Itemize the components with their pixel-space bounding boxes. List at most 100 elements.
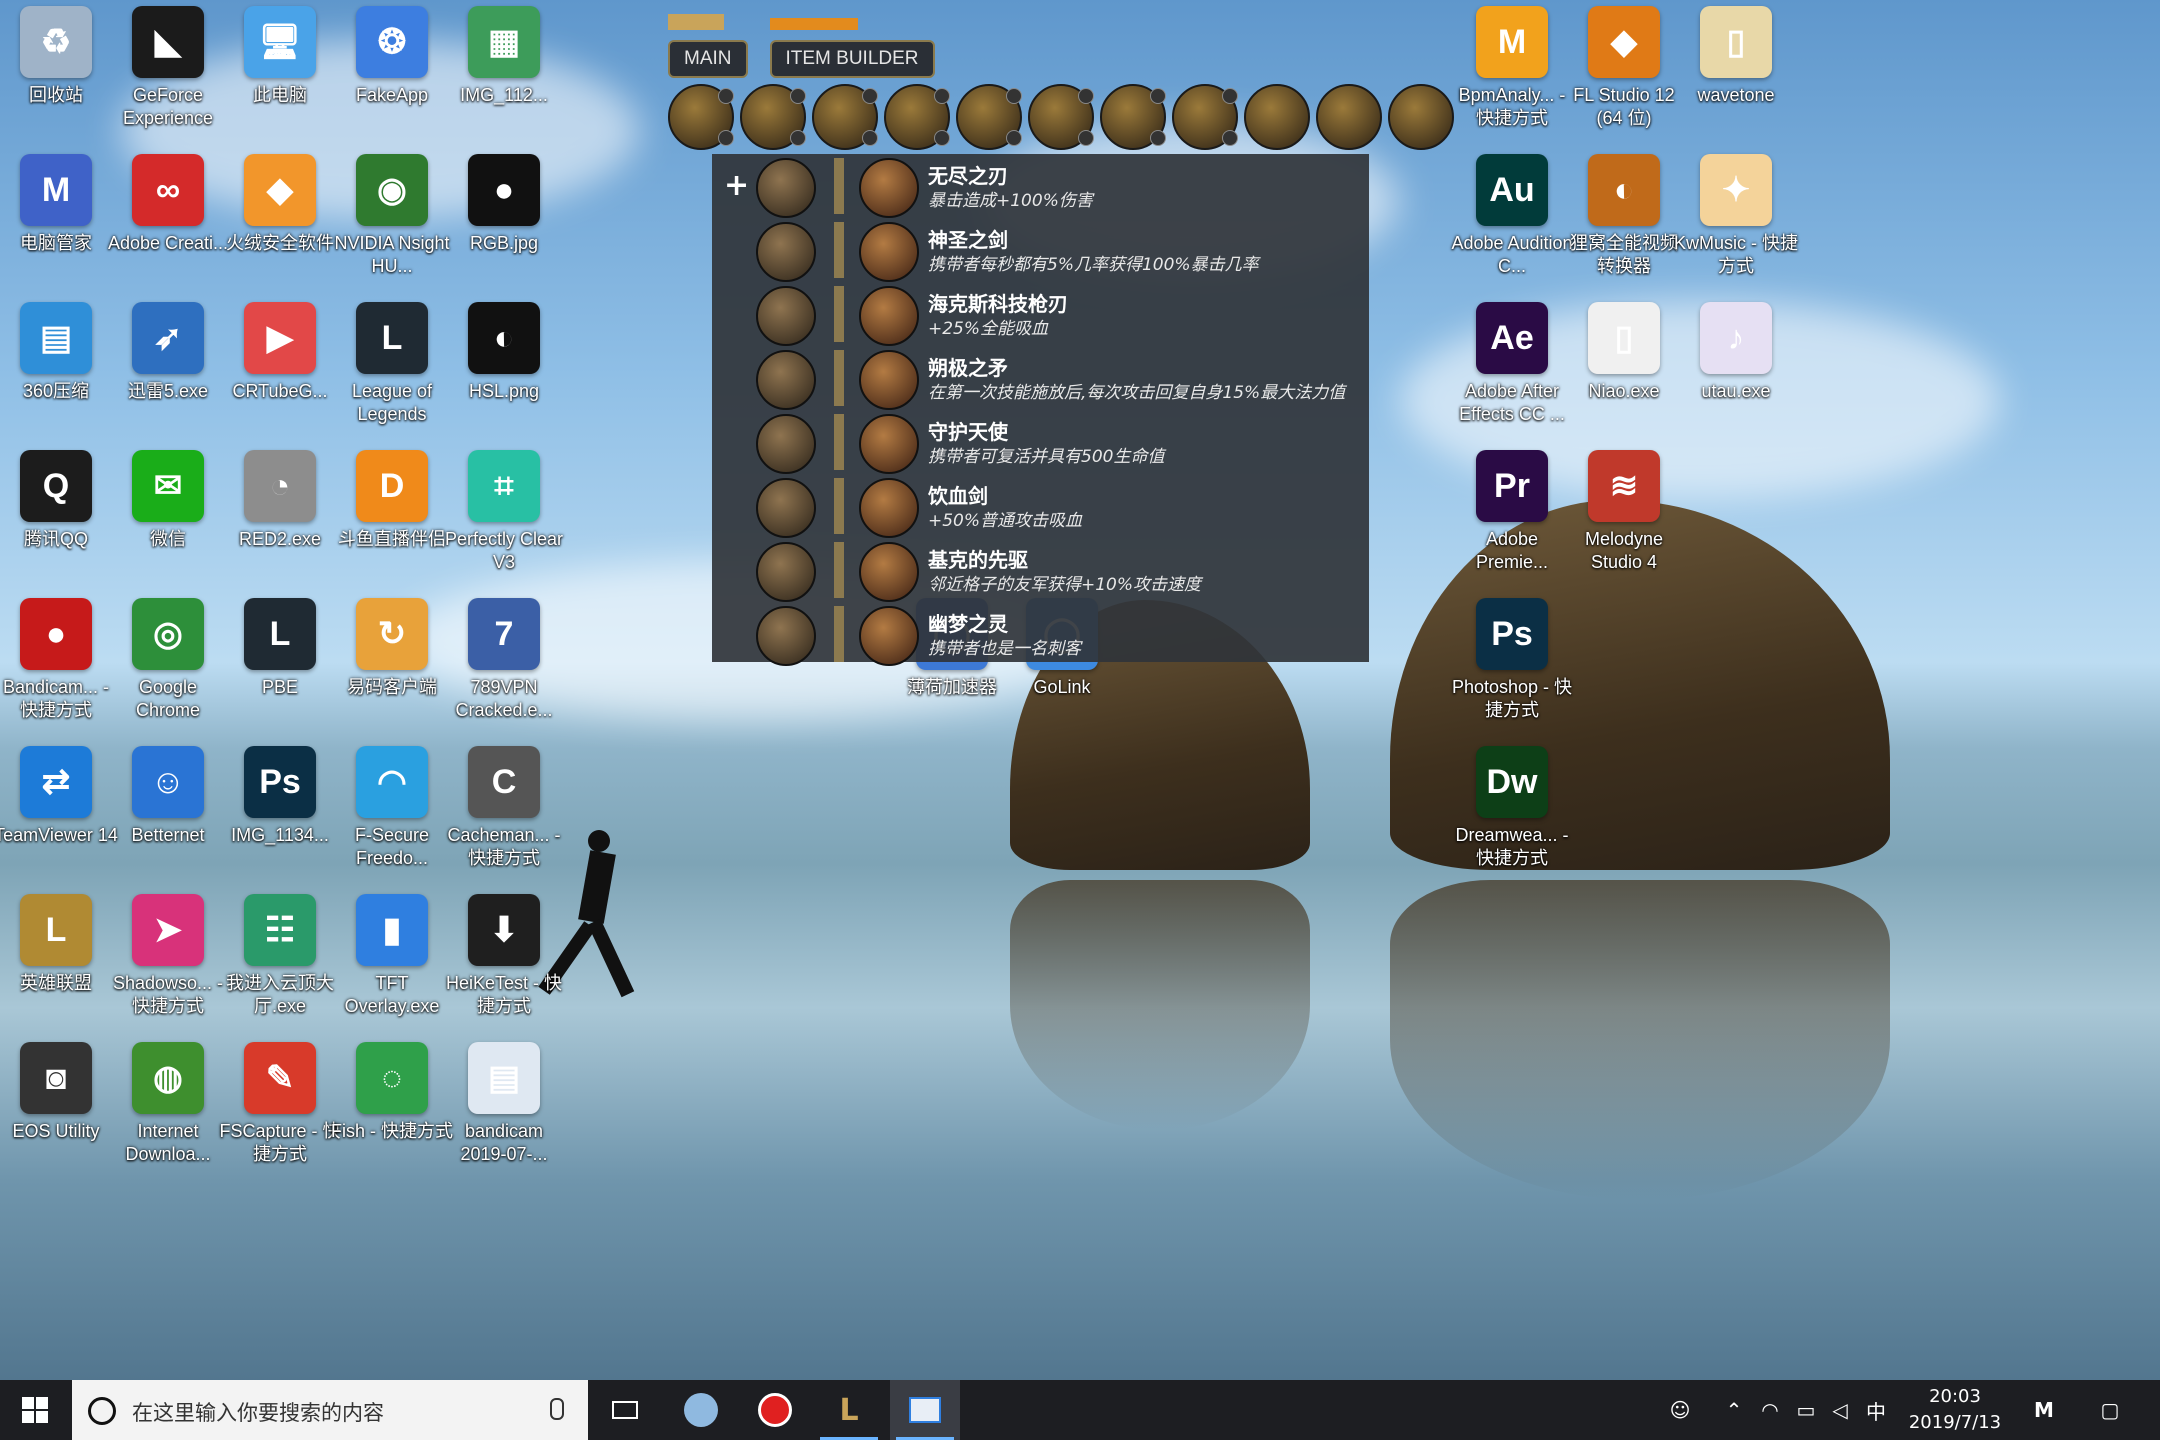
desktop-icon[interactable]: ∞ Adobe Creati...: [108, 154, 228, 304]
component-icon[interactable]: [1028, 84, 1094, 150]
item-description: +25%全能吸血: [928, 319, 1049, 339]
desktop-icon[interactable]: ▯ Niao.exe: [1568, 302, 1680, 452]
desktop-icon[interactable]: M 电脑管家: [0, 154, 112, 304]
taskbar-app-onedrive[interactable]: [666, 1380, 736, 1440]
taskbar-app-bandicam[interactable]: [740, 1380, 810, 1440]
item-recipe-row[interactable]: 饮血剑 +50%普通攻击吸血: [712, 474, 1369, 538]
desktop-icon[interactable]: ◆ 火绒安全软件: [224, 154, 336, 304]
start-button[interactable]: [0, 1380, 70, 1440]
taskbar-app-tft-overlay[interactable]: [890, 1380, 960, 1440]
icon-label: IMG_112...: [460, 85, 548, 105]
desktop-icon[interactable]: ▮ TFT Overlay.exe: [336, 894, 448, 1044]
people-icon[interactable]: ☺: [1660, 1380, 1700, 1440]
component-icon[interactable]: [1100, 84, 1166, 150]
component-icon[interactable]: [956, 84, 1022, 150]
task-view-button[interactable]: [590, 1380, 660, 1440]
tab-item-builder[interactable]: ITEM BUILDER: [769, 40, 935, 78]
desktop-icon[interactable]: Au Adobe Audition C...: [1451, 154, 1573, 304]
microphone-icon[interactable]: [550, 1398, 564, 1420]
desktop-icon[interactable]: 🖥 此电脑: [224, 6, 336, 156]
desktop-icon[interactable]: L 英雄联盟: [0, 894, 112, 1044]
desktop-icon[interactable]: Pr Adobe Premie...: [1456, 450, 1568, 600]
desktop-icon[interactable]: ● Bandicam... - 快捷方式: [0, 598, 112, 748]
component-icon[interactable]: [884, 84, 950, 150]
desktop-icon[interactable]: ⇄ TeamViewer 14: [0, 746, 118, 896]
component-icon[interactable]: [740, 84, 806, 150]
tencent-pc-manager-icon[interactable]: M: [2016, 1380, 2072, 1440]
desktop-icon[interactable]: ◆ FL Studio 12 (64 位): [1568, 6, 1680, 156]
desktop-icon[interactable]: ▦ IMG_112...: [448, 6, 560, 156]
desktop-icon[interactable]: ◉ NVIDIA Nsight HU...: [334, 154, 450, 304]
desktop-icon[interactable]: ✎ FSCapture - 快捷方式: [219, 1042, 341, 1192]
taskbar-search-box[interactable]: 在这里输入你要搜索的内容: [72, 1380, 588, 1440]
wifi-icon[interactable]: ◠: [1750, 1380, 1790, 1440]
taskbar-clock[interactable]: 20:03 2019/7/13: [1900, 1384, 2010, 1436]
chevron-up-icon[interactable]: ⌃: [1714, 1380, 1754, 1440]
desktop-icon[interactable]: ◙ EOS Utility: [0, 1042, 112, 1192]
desktop-icon[interactable]: ⬇ HeiKeTest - 快捷方式: [446, 894, 562, 1044]
desktop-icon[interactable]: L League of Legends: [336, 302, 448, 452]
desktop-icon[interactable]: ◣ GeForce Experience: [112, 6, 224, 156]
desktop-icon[interactable]: ☺ Betternet: [112, 746, 224, 896]
notification-center-icon[interactable]: ▢: [2090, 1380, 2130, 1440]
desktop-icon[interactable]: ▶ CRTubeG...: [224, 302, 336, 452]
desktop-icon[interactable]: ◌ Fish - 快捷方式: [331, 1042, 453, 1192]
desktop-icon[interactable]: 7 789VPN Cracked.e...: [448, 598, 560, 748]
item-name: 神圣之剑: [928, 228, 1008, 252]
desktop-icon[interactable]: Ae Adobe After Effects CC ...: [1456, 302, 1568, 452]
desktop-icon[interactable]: ➤ Shadowso... - 快捷方式: [112, 894, 224, 1044]
desktop-icon[interactable]: ● RGB.jpg: [448, 154, 560, 304]
desktop-icon[interactable]: ✦ KwMusic - 快捷方式: [1674, 154, 1798, 304]
icon-label: Dreamwea... - 快捷方式: [1455, 825, 1569, 868]
icon-label: Shadowso... - 快捷方式: [112, 973, 224, 1016]
item-recipe-row[interactable]: 朔极之矛 在第一次技能施放后,每次攻击回复自身15%最大法力值: [712, 346, 1369, 410]
desktop-icon[interactable]: ◐ 狸窝全能视频转换器: [1568, 154, 1680, 304]
component-icon[interactable]: [1388, 84, 1454, 150]
desktop-icon[interactable]: ◠ F-Secure Freedo...: [336, 746, 448, 896]
desktop-icon[interactable]: ✉ 微信: [112, 450, 224, 600]
desktop-icon[interactable]: ⌗ Perfectly Clear V3: [445, 450, 563, 600]
app-icon: ●: [20, 598, 92, 670]
taskbar-app-league[interactable]: L: [814, 1380, 884, 1440]
tab-main[interactable]: MAIN: [668, 40, 748, 78]
icon-label: IMG_1134...: [231, 825, 329, 845]
desktop-icon[interactable]: ◐ HSL.png: [448, 302, 560, 452]
item-recipe-row[interactable]: 神圣之剑 携带者每秒都有5%几率获得100%暴击几率: [712, 218, 1369, 282]
desktop-icon[interactable]: ↻ 易码客户端: [336, 598, 448, 748]
desktop-icon[interactable]: ◍ Internet Downloa...: [112, 1042, 224, 1192]
desktop-icon[interactable]: C Cacheman... - 快捷方式: [447, 746, 561, 896]
desktop-icon[interactable]: ➶ 迅雷5.exe: [112, 302, 224, 452]
component-icon[interactable]: [1172, 84, 1238, 150]
desktop-icon[interactable]: ▤ bandicam 2019-07-...: [448, 1042, 560, 1192]
desktop-icon[interactable]: Q 腾讯QQ: [0, 450, 112, 600]
desktop-icon[interactable]: L PBE: [224, 598, 336, 748]
ime-indicator[interactable]: 中: [1856, 1380, 1896, 1440]
desktop-icon[interactable]: D 斗鱼直播伴侣: [336, 450, 448, 600]
app-icon: ☺: [132, 746, 204, 818]
component-icon[interactable]: [812, 84, 878, 150]
component-icon[interactable]: [1316, 84, 1382, 150]
desktop-icon[interactable]: ≋ Melodyne Studio 4: [1568, 450, 1680, 600]
desktop-icon[interactable]: Ps Photoshop - 快捷方式: [1452, 598, 1572, 748]
item-recipe-row[interactable]: 基克的先驱 邻近格子的友军获得+10%攻击速度: [712, 538, 1369, 602]
volume-icon[interactable]: ◁: [1820, 1380, 1860, 1440]
item-icon: [859, 222, 919, 282]
item-recipe-row[interactable]: 守护天使 携带者可复活并具有500生命值: [712, 410, 1369, 474]
desktop-icon[interactable]: ▯ wavetone: [1680, 6, 1792, 156]
desktop-icon[interactable]: ◔ RED2.exe: [224, 450, 336, 600]
item-recipe-row[interactable]: 幽梦之灵 携带者也是一名刺客: [712, 602, 1369, 666]
item-recipe-row[interactable]: 海克斯科技枪刃 +25%全能吸血: [712, 282, 1369, 346]
desktop-icon[interactable]: Ps IMG_1134...: [224, 746, 336, 896]
desktop-icon[interactable]: ♻ 回收站: [0, 6, 112, 156]
item-recipe-row[interactable]: 无尽之刃 暴击造成+100%伤害: [712, 154, 1369, 218]
desktop-icon[interactable]: M BpmAnaly... - 快捷方式: [1456, 6, 1568, 156]
desktop-icon[interactable]: ◎ Google Chrome: [112, 598, 224, 748]
component-icon[interactable]: [668, 84, 734, 150]
desktop-icon[interactable]: ❂ FakeApp: [336, 6, 448, 156]
component-icon[interactable]: [1244, 84, 1310, 150]
desktop-icon[interactable]: ☷ 我进入云顶大厅.exe: [224, 894, 336, 1044]
icon-label: EOS Utility: [12, 1121, 100, 1141]
desktop-icon[interactable]: Dw Dreamwea... - 快捷方式: [1455, 746, 1569, 896]
desktop-icon[interactable]: ▤ 360压缩: [0, 302, 112, 452]
desktop-icon[interactable]: ♪ utau.exe: [1680, 302, 1792, 452]
